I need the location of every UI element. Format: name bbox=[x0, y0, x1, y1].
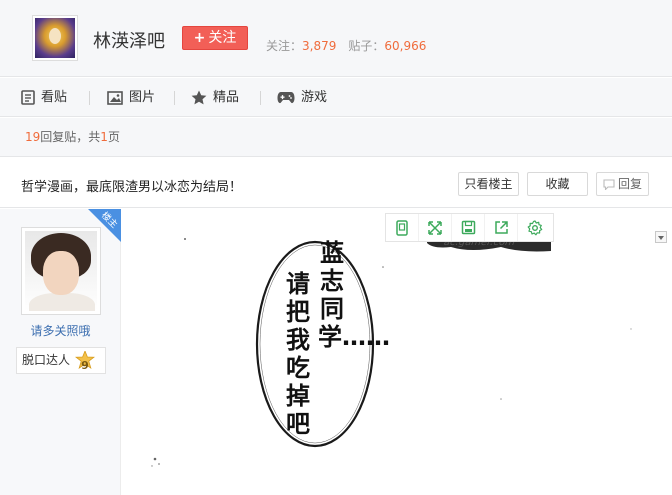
page-count: 1 bbox=[100, 130, 108, 144]
follow-count: 3,879 bbox=[302, 39, 337, 53]
forum-avatar[interactable] bbox=[32, 15, 78, 61]
reply-summary-bar: 19回复贴，共1页 bbox=[0, 118, 672, 157]
forum-nav: 看贴 图片 精品 游戏 bbox=[0, 78, 672, 117]
page-count-text: 页 bbox=[107, 130, 120, 144]
thread-title: 哲学漫画，最底限渣男以冰恋为结局！ bbox=[21, 180, 243, 195]
settings-icon bbox=[527, 219, 542, 235]
post-menu-dropdown[interactable] bbox=[655, 231, 667, 243]
nav-label-games: 游戏 bbox=[301, 90, 328, 105]
view-original-icon bbox=[396, 219, 408, 236]
comic-image[interactable] bbox=[121, 209, 672, 495]
view-original-button[interactable] bbox=[386, 214, 419, 241]
user-title-badge[interactable]: 脱口达人 9 bbox=[16, 347, 106, 374]
save-image-button[interactable] bbox=[452, 214, 485, 241]
forum-stats: 关注：3,879 贴子：60,966 bbox=[266, 37, 426, 54]
share-icon bbox=[494, 221, 508, 234]
level-badge: 9 bbox=[74, 349, 96, 372]
user-title: 脱口达人 bbox=[22, 353, 71, 367]
follow-button-label: 关注 bbox=[208, 30, 237, 46]
plus-icon: + bbox=[193, 30, 206, 46]
fullscreen-button[interactable] bbox=[419, 214, 452, 241]
nav-item-games[interactable]: 游戏 bbox=[277, 78, 327, 117]
document-icon bbox=[21, 90, 35, 105]
nav-item-featured[interactable]: 精品 bbox=[191, 78, 239, 117]
image-settings-button[interactable] bbox=[518, 214, 551, 241]
fullscreen-icon bbox=[428, 220, 442, 235]
comment-icon bbox=[603, 178, 615, 190]
speech-text-right: 蓝志同学…… bbox=[318, 239, 390, 351]
nav-label-images: 图片 bbox=[129, 90, 156, 105]
nav-label-posts: 看贴 bbox=[41, 90, 68, 105]
reply-button-label: 回复 bbox=[617, 177, 642, 191]
user-avatar[interactable] bbox=[21, 227, 101, 315]
speech-text-left: 请把我吃掉吧 bbox=[286, 270, 310, 438]
nav-divider bbox=[174, 91, 175, 105]
collect-button[interactable]: 收藏 bbox=[527, 172, 588, 196]
nav-divider bbox=[89, 91, 90, 105]
reply-button[interactable]: 回复 bbox=[596, 172, 649, 196]
reply-count: 19回复贴，共1页 bbox=[25, 128, 120, 145]
thread-title-bar: 哲学漫画，最底限渣男以冰恋为结局！ 只看楼主 收藏 回复 bbox=[0, 158, 672, 208]
post-count-label: 贴子： bbox=[348, 39, 385, 53]
reply-count-text: 回复贴，共 bbox=[40, 130, 101, 144]
post-count: 60,966 bbox=[384, 39, 427, 53]
nav-label-featured: 精品 bbox=[213, 90, 240, 105]
save-icon bbox=[461, 220, 475, 235]
follow-count-label: 关注： bbox=[266, 39, 303, 53]
nav-item-images[interactable]: 图片 bbox=[107, 78, 155, 117]
nav-item-posts[interactable]: 看贴 bbox=[21, 78, 67, 117]
nav-divider bbox=[260, 91, 261, 105]
star-icon bbox=[191, 90, 207, 105]
forum-name[interactable]: 林渶泽吧 bbox=[93, 27, 165, 53]
gamepad-icon bbox=[277, 92, 295, 104]
image-icon bbox=[107, 90, 123, 105]
follow-button[interactable]: + 关注 bbox=[182, 26, 248, 50]
level-number: 9 bbox=[81, 359, 89, 372]
only-op-button[interactable]: 只看楼主 bbox=[458, 172, 519, 196]
share-image-button[interactable] bbox=[485, 214, 518, 241]
forum-header: 林渶泽吧 + 关注 关注：3,879 贴子：60,966 bbox=[0, 0, 672, 77]
reply-count-number: 19 bbox=[25, 130, 41, 144]
post-content: ac.gamer.com 蓝志同学…… 请把我吃掉吧 bbox=[121, 209, 672, 495]
image-toolbar bbox=[385, 213, 554, 242]
user-name[interactable]: 请多关照哦 bbox=[0, 322, 121, 339]
